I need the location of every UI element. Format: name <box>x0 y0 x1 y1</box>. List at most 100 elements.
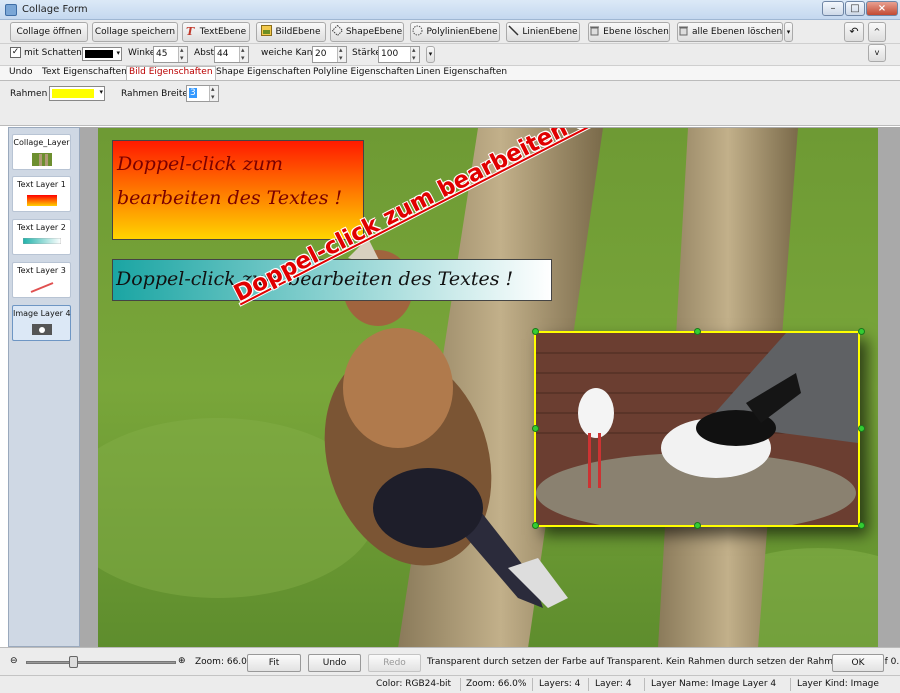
text-layer-1[interactable]: Doppel-click zum bearbeiten des Textes ! <box>112 140 364 240</box>
maximize-button[interactable]: □ <box>845 1 865 16</box>
shadow-label: mit Schatten <box>24 48 82 58</box>
chevron-down-icon: ▾ <box>99 88 103 96</box>
frame-width-stepper[interactable]: 3 <box>186 82 219 105</box>
stepper-arrows-icon[interactable] <box>337 43 346 66</box>
resize-handle[interactable] <box>858 425 865 432</box>
status-separator <box>588 678 589 691</box>
delete-all-layers-button[interactable]: alle Ebenen löschen <box>677 22 783 42</box>
status-layer-kind: Layer Kind: Image <box>797 679 879 689</box>
distance-stepper[interactable]: 44 <box>214 43 249 66</box>
ok-button[interactable]: OK <box>832 654 884 672</box>
status-color: Color: RGB24-bit <box>376 679 452 689</box>
layer-item-text-1[interactable]: Text Layer 1 <box>12 176 71 212</box>
layer-label: Collage_Layer <box>13 138 70 147</box>
zoom-slider[interactable] <box>26 656 176 668</box>
tab-shape-properties[interactable]: Shape Eigenschaften <box>216 67 311 77</box>
stepper-arrows-icon[interactable] <box>178 43 187 66</box>
layer-item-collage[interactable]: Collage_Layer <box>12 134 71 170</box>
zoom-in-icon[interactable]: ⊕ <box>178 656 186 666</box>
polyline-layer-label: PolylinienEbene <box>426 27 498 37</box>
layer-label: Text Layer 3 <box>17 266 66 275</box>
bottom-bar: ⊖ ⊕ Zoom: 66.0% Fit Undo Redo Transparen… <box>0 647 900 675</box>
resize-handle[interactable] <box>532 328 539 335</box>
resize-handle[interactable] <box>694 328 701 335</box>
resize-handle[interactable] <box>532 522 539 529</box>
save-collage-button[interactable]: Collage speichern <box>92 22 178 42</box>
angle-value: 45 <box>156 49 168 59</box>
shadow-color-picker[interactable]: ▾ <box>82 47 122 61</box>
resize-handle[interactable] <box>858 522 865 529</box>
fit-button[interactable]: Fit <box>247 654 301 672</box>
distance-label: Abst <box>194 48 215 58</box>
tab-text-properties[interactable]: Text Eigenschaften <box>42 67 127 77</box>
shadow-checkbox[interactable]: ✓ <box>10 47 21 58</box>
layer-label: Text Layer 2 <box>17 223 66 232</box>
delete-all-icon <box>679 26 688 36</box>
zoom-out-icon[interactable]: ⊖ <box>10 656 18 666</box>
line-layer-label: LinienEbene <box>522 27 578 37</box>
stepper-arrows-icon[interactable] <box>209 82 218 105</box>
shadow-options-bar: ✓ mit Schatten ▾ Winkel 45 Abst 44 weich… <box>0 43 900 66</box>
redo-button[interactable]: Redo <box>368 654 421 672</box>
resize-handle[interactable] <box>858 328 865 335</box>
strength-value: 100 <box>381 49 399 59</box>
shape-layer-button[interactable]: ShapeEbene <box>330 22 404 42</box>
angle-stepper[interactable]: 45 <box>153 43 188 66</box>
frame-color-picker[interactable]: ▾ <box>49 86 105 101</box>
layer-thumbnail <box>30 282 53 293</box>
status-separator <box>532 678 533 691</box>
close-button[interactable]: × <box>866 1 898 16</box>
strength-stepper[interactable]: 100 <box>378 43 420 66</box>
soft-edge-stepper[interactable]: 20 <box>312 43 347 66</box>
layer-thumbnail <box>31 153 52 166</box>
tab-polyline-properties[interactable]: Polyline Eigenschaften <box>313 67 414 77</box>
main-toolbar: Collage öffnen Collage speichern T TextEb… <box>0 20 900 44</box>
shape-tool-icon <box>331 25 343 36</box>
status-separator <box>644 678 645 691</box>
line-tool-icon <box>508 25 519 36</box>
storks-photo <box>536 333 858 525</box>
open-collage-label: Collage öffnen <box>16 27 82 37</box>
status-bar: Color: RGB24-bit Zoom: 66.0% Layers: 4 L… <box>0 675 900 693</box>
shape-layer-label: ShapeEbene <box>345 27 403 37</box>
delete-all-layers-label: alle Ebenen löschen <box>692 27 783 37</box>
tab-image-properties[interactable]: Bild Eigenschaften <box>126 66 216 80</box>
delete-layer-button[interactable]: Ebene löschen <box>588 22 670 42</box>
text-layer-button[interactable]: T TextEbene <box>182 22 250 42</box>
polyline-layer-button[interactable]: PolylinienEbene <box>410 22 500 42</box>
stepper-arrows-icon[interactable] <box>239 43 248 66</box>
open-collage-button[interactable]: Collage öffnen <box>10 22 88 42</box>
frame-color-swatch <box>52 89 94 98</box>
undo-button[interactable]: Undo <box>308 654 361 672</box>
resize-handle[interactable] <box>532 425 539 432</box>
image-properties-panel: Rahmen ▾ Rahmen Breite 3 <box>0 80 900 126</box>
save-collage-label: Collage speichern <box>94 27 176 37</box>
undo-arrow-icon[interactable]: ↶ <box>844 22 864 42</box>
line-layer-button[interactable]: LinienEbene <box>506 22 580 42</box>
scroll-down-icon[interactable]: v <box>868 44 886 62</box>
zoom-slider-thumb[interactable] <box>69 656 78 668</box>
toolbar-overflow-chevron-icon[interactable]: ▾ <box>784 22 793 42</box>
text-layer-1-text: Doppel-click zum bearbeiten des Textes ! <box>117 153 343 209</box>
status-separator <box>460 678 461 691</box>
title-bar: Collage Form – □ × <box>0 0 900 20</box>
collage-canvas[interactable]: Doppel-click zum bearbeiten des Textes !… <box>98 128 878 648</box>
minimize-button[interactable]: – <box>822 1 844 16</box>
image-layer-button[interactable]: BildEbene <box>256 22 326 42</box>
image-tool-icon <box>261 25 273 36</box>
tab-line-properties[interactable]: Linen Eigenschaften <box>416 67 507 77</box>
resize-handle[interactable] <box>694 522 701 529</box>
options-overflow-chevron-icon[interactable]: ▾ <box>426 46 435 63</box>
layer-item-image-4[interactable]: Image Layer 4 <box>12 305 71 341</box>
soft-edge-value: 20 <box>315 49 327 59</box>
status-layer: Layer: 4 <box>595 679 632 689</box>
tab-undo[interactable]: Undo <box>9 67 33 77</box>
app-icon <box>5 4 17 16</box>
scroll-up-icon[interactable]: ^ <box>868 22 886 42</box>
layer-item-text-2[interactable]: Text Layer 2 <box>12 219 71 255</box>
image-layer-4[interactable] <box>534 331 860 527</box>
layer-thumbnail <box>22 238 61 244</box>
text-tool-icon: T <box>186 25 195 36</box>
stepper-arrows-icon[interactable] <box>410 43 419 66</box>
layer-item-text-3[interactable]: Text Layer 3 <box>12 262 71 298</box>
